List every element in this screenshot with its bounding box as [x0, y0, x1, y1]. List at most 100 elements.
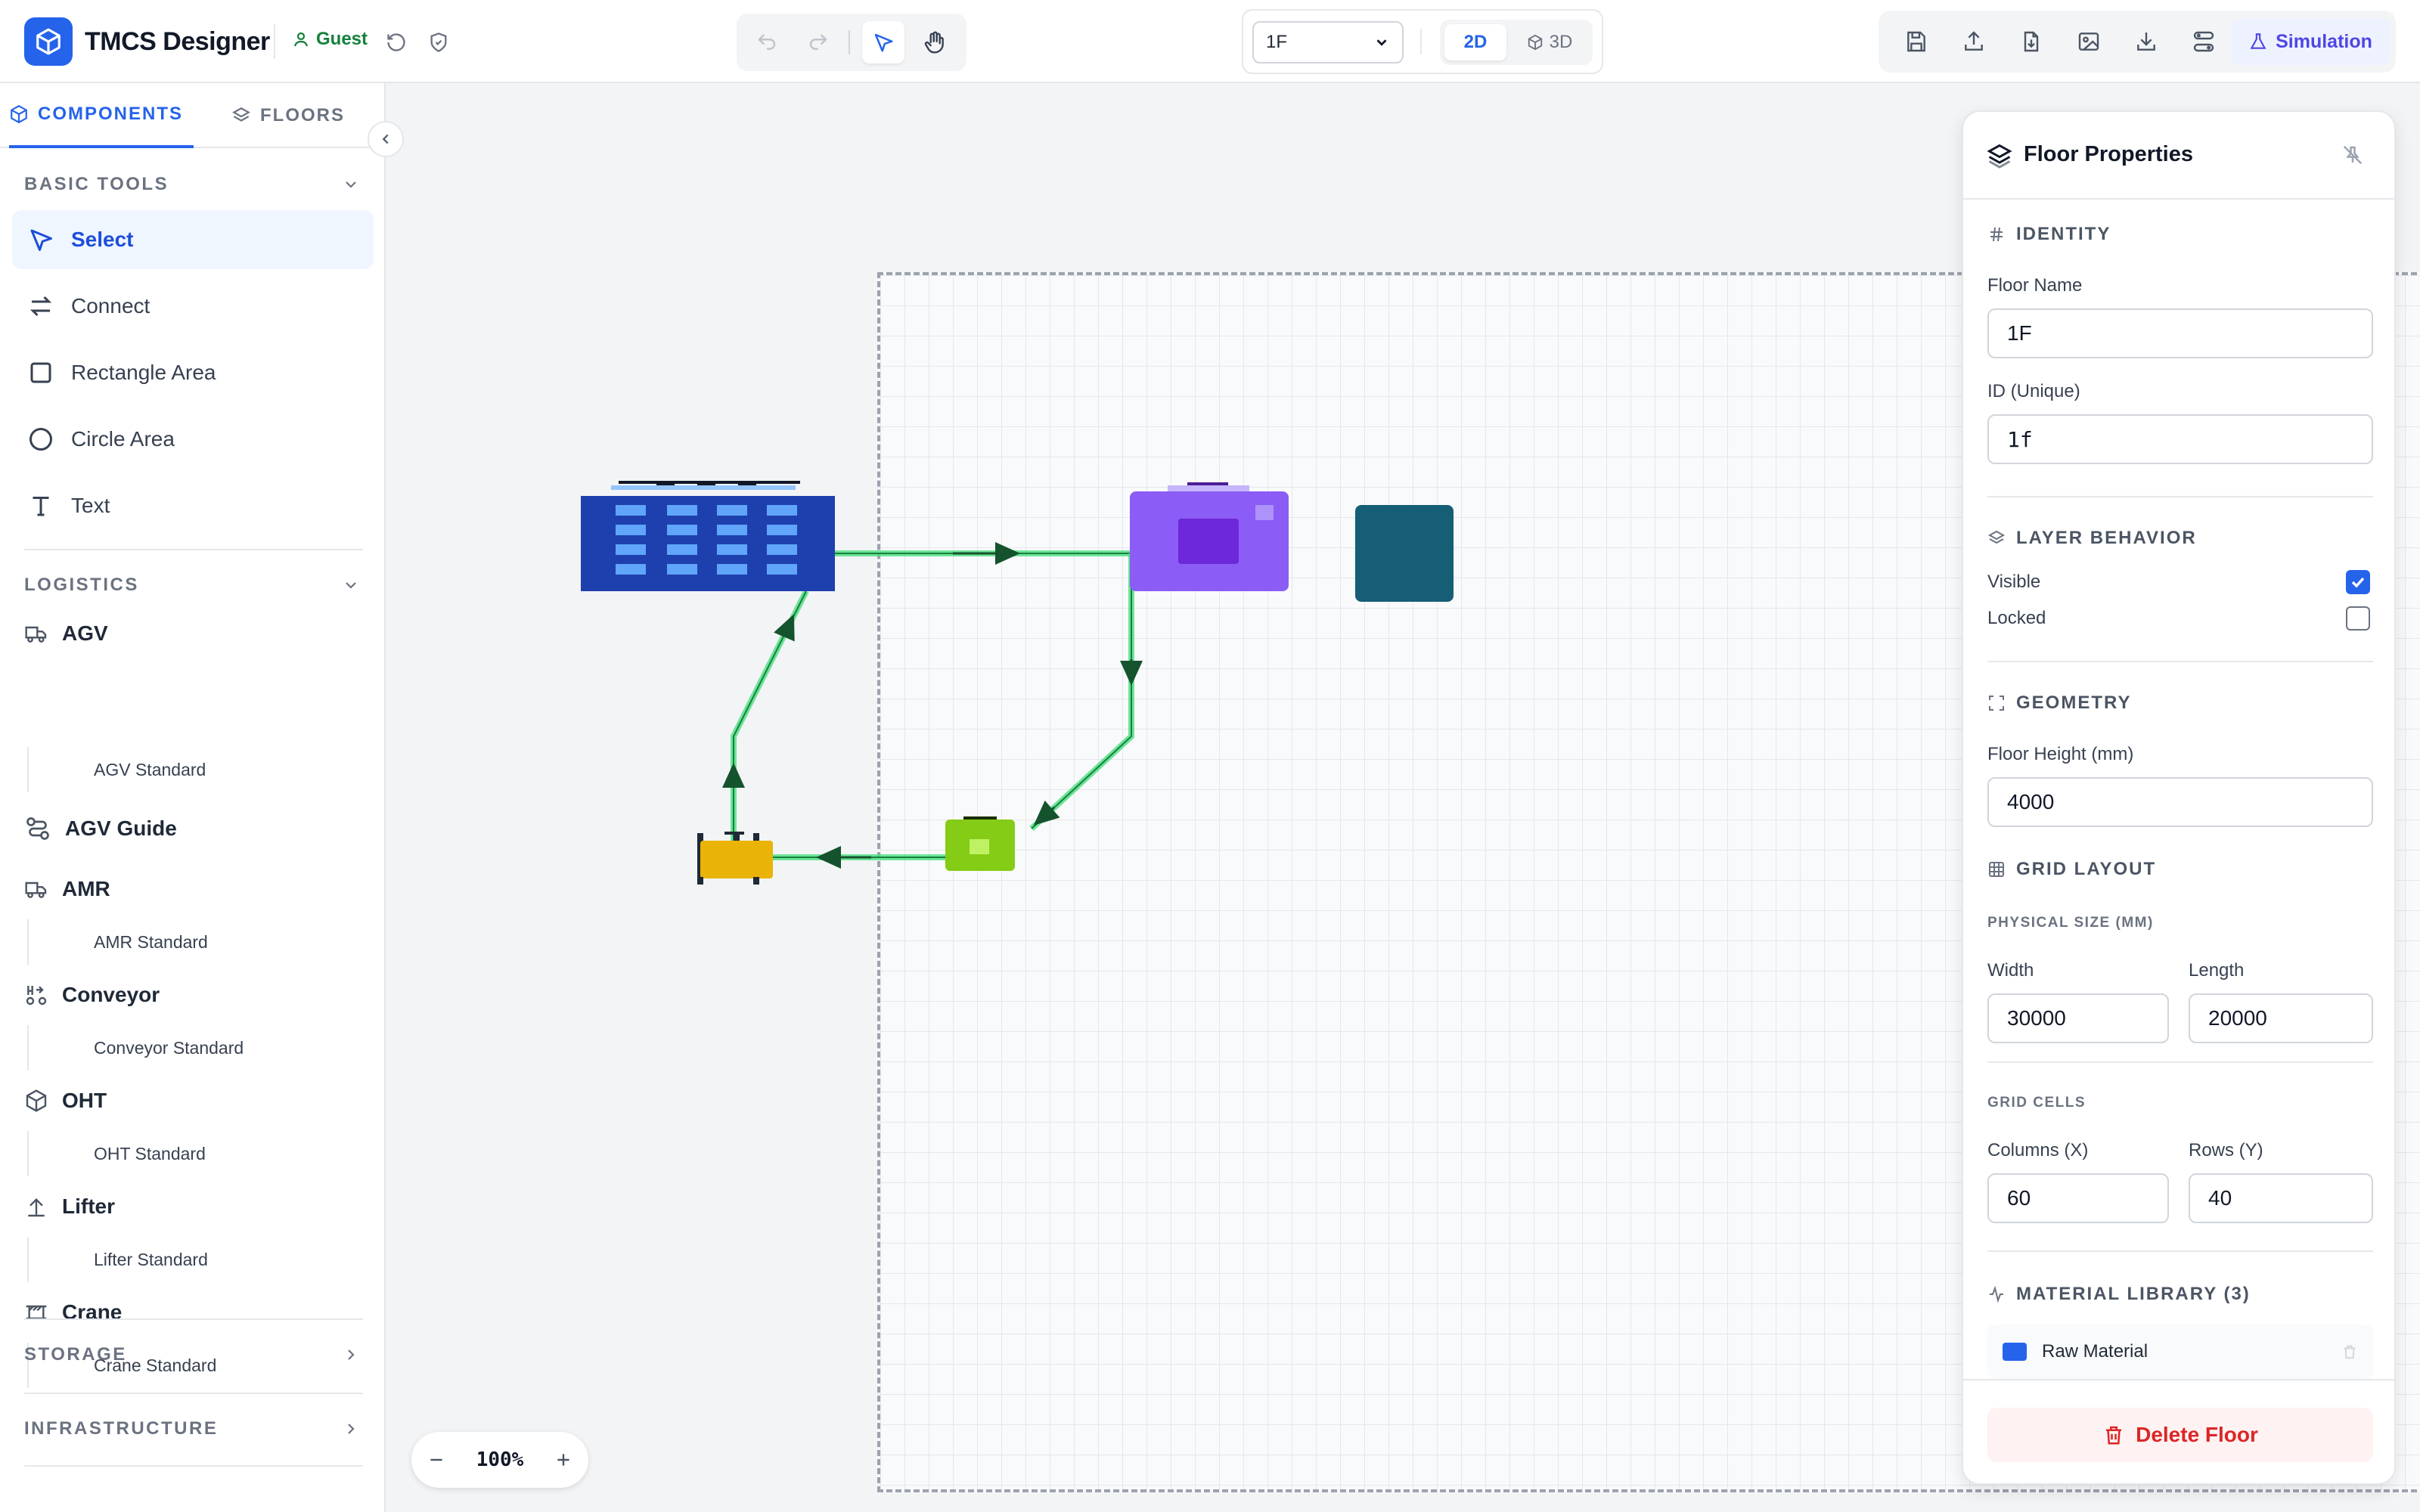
download-icon [2134, 29, 2158, 54]
component-conveyor-standard[interactable]: Conveyor Standard [27, 1025, 360, 1070]
grid-icon [1987, 860, 2006, 878]
user-badge[interactable]: Guest [292, 29, 368, 50]
connection-paths[interactable] [722, 542, 1143, 869]
route-icon [2192, 29, 2216, 54]
stocker-building[interactable] [581, 481, 835, 591]
shield-button[interactable] [425, 29, 452, 56]
undo-button[interactable] [746, 21, 788, 64]
basic-tools-header[interactable]: BASIC TOOLS [24, 169, 360, 200]
view-3d-button[interactable]: 3D [1511, 24, 1588, 60]
floor-properties-panel: Floor Properties IDENTITY Floor Name 1F … [1962, 110, 2396, 1485]
logistics-header[interactable]: LOGISTICS [24, 570, 360, 600]
columns-input[interactable]: 60 [1987, 1173, 2169, 1223]
tab-floors-label: FLOORS [260, 105, 345, 125]
image-icon [2077, 29, 2101, 54]
work-station[interactable] [945, 816, 1015, 871]
locked-label: Locked [1987, 608, 2046, 628]
storage-header[interactable]: STORAGE [24, 1340, 360, 1370]
activity-icon [1987, 1285, 2006, 1303]
identity-title: IDENTITY [2016, 224, 2111, 244]
collapse-sidebar-button[interactable] [368, 121, 404, 157]
unpin-button[interactable] [2341, 144, 2364, 166]
category-agv-label: AGV [62, 621, 108, 645]
category-conveyor[interactable]: Conveyor [24, 983, 160, 1007]
download-button[interactable] [2128, 23, 2164, 60]
divider [24, 1465, 363, 1467]
upload-button[interactable] [1956, 23, 1992, 60]
category-oht-label: OHT [62, 1089, 107, 1112]
user-icon [292, 30, 310, 48]
undo-icon [755, 31, 778, 54]
tool-text[interactable]: Text [12, 476, 374, 535]
category-crane[interactable]: Crane [24, 1300, 122, 1325]
material-item[interactable]: Raw Material [1987, 1325, 2373, 1379]
simulation-label: Simulation [2276, 30, 2372, 52]
storage-unit[interactable] [1355, 505, 1454, 602]
view-2d-button[interactable]: 2D [1444, 24, 1506, 60]
export-image-button[interactable] [2071, 23, 2107, 60]
layer-behavior-section: LAYER BEHAVIOR [1987, 528, 2197, 549]
category-agv-guide[interactable]: AGV Guide [24, 815, 177, 842]
zoom-in-button[interactable] [554, 1450, 573, 1470]
upload-icon [1962, 29, 1986, 54]
reset-button[interactable] [383, 29, 410, 56]
component-oht-standard[interactable]: OHT Standard [27, 1131, 360, 1176]
locked-checkbox[interactable] [2346, 606, 2370, 631]
tool-rectangle-area[interactable]: Rectangle Area [12, 343, 374, 402]
layers-icon [231, 106, 251, 125]
tool-select[interactable]: Select [12, 210, 374, 269]
chevron-down-icon [342, 175, 360, 194]
agv-vehicle[interactable] [697, 832, 773, 885]
infrastructure-title: INFRASTRUCTURE [24, 1418, 219, 1439]
zoom-out-button[interactable] [427, 1450, 446, 1470]
floor-id-input[interactable]: 1f [1987, 414, 2373, 464]
tool-rectangle-label: Rectangle Area [71, 361, 216, 384]
floor-select[interactable]: 1F [1252, 21, 1404, 64]
chevron-left-icon [377, 131, 394, 147]
sidebar: COMPONENTS FLOORS BASIC TOOLS Select Con… [0, 83, 386, 1512]
category-oht[interactable]: OHT [24, 1089, 107, 1113]
redo-button[interactable] [797, 21, 839, 64]
divider [1987, 496, 2373, 497]
grid-layout-title: GRID LAYOUT [2016, 859, 2157, 879]
category-lifter[interactable]: Lifter [24, 1194, 115, 1219]
category-amr[interactable]: AMR [24, 877, 110, 901]
zoom-control: 100% [411, 1432, 588, 1488]
tool-circle-area[interactable]: Circle Area [12, 410, 374, 469]
floor-height-input[interactable]: 4000 [1987, 777, 2373, 827]
select-mode-button[interactable] [862, 21, 904, 64]
floor-name-input[interactable]: 1F [1987, 308, 2373, 358]
category-agv[interactable]: AGV [24, 621, 108, 646]
tab-components[interactable]: COMPONENTS [9, 83, 194, 148]
panel-title: Floor Properties [2024, 142, 2193, 166]
width-input[interactable]: 30000 [1987, 993, 2169, 1043]
grid-layout-section: GRID LAYOUT [1987, 859, 2156, 880]
infrastructure-header[interactable]: INFRASTRUCTURE [24, 1414, 360, 1444]
save-button[interactable] [1898, 23, 1934, 60]
routes-button[interactable] [2186, 23, 2222, 60]
visible-checkbox[interactable] [2346, 570, 2370, 594]
tool-select-label: Select [71, 228, 134, 251]
component-lifter-standard[interactable]: Lifter Standard [27, 1237, 360, 1282]
delete-floor-button[interactable]: Delete Floor [1987, 1408, 2373, 1462]
trash-icon[interactable] [2341, 1343, 2358, 1360]
tool-connect[interactable]: Connect [12, 277, 374, 336]
geometry-section: GEOMETRY [1987, 692, 2131, 714]
visible-label: Visible [1987, 572, 2041, 592]
pan-mode-button[interactable] [914, 21, 956, 64]
import-file-button[interactable] [2013, 23, 2049, 60]
route-icon [24, 815, 51, 842]
process-machine[interactable] [1130, 482, 1289, 591]
zoom-level: 100% [476, 1448, 524, 1471]
category-crane-label: Crane [62, 1300, 123, 1324]
chevron-down-icon [1373, 34, 1390, 51]
divider [274, 24, 275, 59]
chevron-right-icon [342, 1420, 360, 1438]
columns-label: Columns (X) [1987, 1140, 2089, 1160]
length-input[interactable]: 20000 [2189, 993, 2373, 1043]
rows-input[interactable]: 40 [2189, 1173, 2373, 1223]
simulation-button[interactable]: Simulation [2231, 18, 2390, 65]
component-agv-standard[interactable]: AGV Standard [27, 747, 360, 792]
component-amr-standard[interactable]: AMR Standard [27, 919, 360, 965]
tab-floors[interactable]: FLOORS [231, 83, 360, 148]
